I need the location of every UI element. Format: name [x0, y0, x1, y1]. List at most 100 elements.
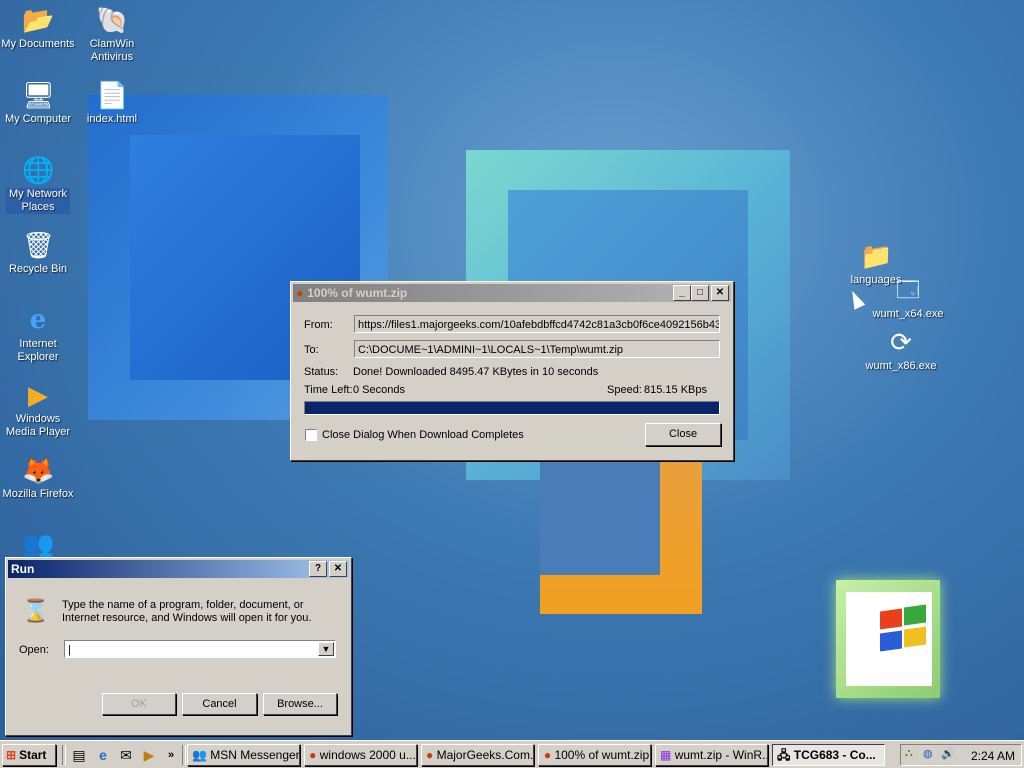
close-icon[interactable]: ✕: [329, 561, 347, 577]
ie-icon[interactable]: e: [94, 746, 112, 764]
firefox-icon: 🦊: [22, 455, 55, 485]
run-dialog-titlebar[interactable]: Run ? ✕: [8, 560, 349, 578]
help-icon[interactable]: ?: [309, 561, 327, 577]
show-desktop-icon[interactable]: ▤: [70, 746, 88, 764]
task-label: MSN Messenger: [210, 748, 300, 762]
network-icon: 🌐: [22, 155, 55, 185]
time-left-label: Time Left:: [304, 384, 353, 396]
task-label: TCG683 - Co...: [793, 748, 876, 762]
ie-icon: e: [29, 305, 47, 335]
windows-logo: [836, 580, 940, 698]
wallpaper-shape: [540, 460, 660, 575]
remote-icon: 🖧: [777, 748, 791, 762]
close-icon[interactable]: ✕: [711, 285, 729, 301]
desktop-icon-wumt-x86[interactable]: ⟳ wumt_x86.exe: [863, 326, 939, 373]
desktop-icon-my-documents[interactable]: 📂 My Documents: [0, 4, 76, 51]
icon-label: wumt_x86.exe: [865, 360, 937, 372]
checkbox-label[interactable]: Close Dialog When Download Completes: [322, 429, 524, 441]
close-when-done-checkbox[interactable]: [305, 429, 317, 441]
icon-label: Mozilla Firefox: [2, 488, 74, 500]
icon-label: Internet Explorer: [17, 338, 59, 363]
run-program-icon: ⌛: [22, 598, 50, 623]
task-majorgeeks[interactable]: ● MajorGeeks.Com...: [421, 744, 534, 766]
desktop-icon-index-html[interactable]: 📄 index.html: [74, 79, 150, 126]
flag-blue: [880, 630, 902, 652]
cancel-button[interactable]: Cancel: [182, 693, 257, 715]
to-field[interactable]: C:\DOCUME~1\ADMINI~1\LOCALS~1\Temp\wumt.…: [354, 340, 720, 358]
flag-yellow: [904, 626, 926, 648]
task-winrar[interactable]: ▦ wumt.zip - WinR...: [655, 744, 768, 766]
chevron-right-icon[interactable]: »: [162, 746, 180, 764]
task-msn-messenger[interactable]: 👥 MSN Messenger: [187, 744, 300, 766]
desktop-icon-recycle-bin[interactable]: 🗑 Recycle Bin: [0, 229, 76, 276]
media-player-icon: ▶: [28, 380, 48, 410]
desktop-icon-firefox[interactable]: 🦊 Mozilla Firefox: [0, 454, 76, 501]
task-windows-2000[interactable]: ● windows 2000 u...: [304, 744, 417, 766]
flag-green: [904, 604, 926, 626]
dialog-title: 100% of wumt.zip: [307, 286, 408, 300]
desktop-icon-wumt-x64[interactable]: 🗔 wumt_x64.exe: [870, 274, 946, 321]
system-tray: ⛬ ◍ 🔊 2:24 AM: [900, 744, 1022, 766]
ok-button[interactable]: OK: [102, 693, 176, 715]
run-description-line2: Internet resource, and Windows will open…: [62, 612, 312, 624]
outlook-icon[interactable]: ✉: [117, 746, 135, 764]
desktop-icon-clamwin[interactable]: 🐚 ClamWin Antivirus: [74, 4, 150, 64]
task-label: wumt.zip - WinR...: [674, 748, 768, 762]
minimize-button[interactable]: _: [673, 285, 691, 301]
firefox-icon: ●: [426, 748, 434, 762]
download-dialog-titlebar[interactable]: ● 100% of wumt.zip _ □ ✕: [293, 284, 731, 302]
computer-icon: 🖥: [22, 80, 56, 110]
from-label: From:: [304, 319, 333, 331]
firefox-icon: ●: [296, 286, 304, 300]
clamwin-icon: 🐚: [96, 5, 129, 35]
speed-label: Speed:: [607, 384, 642, 396]
windows-flag-icon: ⊞: [6, 748, 17, 762]
recycle-bin-icon: 🗑: [22, 230, 56, 260]
maximize-button[interactable]: □: [691, 285, 709, 301]
run-description-line1: Type the name of a program, folder, docu…: [62, 599, 304, 611]
open-input[interactable]: |: [64, 640, 336, 658]
run-dialog: Run ? ✕ ⌛ Type the name of a program, fo…: [5, 557, 352, 736]
firefox-icon: ●: [543, 748, 552, 762]
desktop-icon-media-player[interactable]: ▶ Windows Media Player: [0, 379, 76, 439]
folder-icon: 📁: [860, 241, 893, 271]
desktop-icon-network-places[interactable]: 🌐 My Network Places: [0, 154, 76, 214]
chevron-down-icon[interactable]: ▼: [318, 642, 334, 656]
task-download[interactable]: ● 100% of wumt.zip: [538, 744, 651, 766]
task-remote-connection[interactable]: 🖧 TCG683 - Co...: [772, 744, 885, 766]
download-progress-bar: [304, 401, 720, 415]
clock[interactable]: 2:24 AM: [971, 749, 1015, 763]
icon-label: My Documents: [1, 38, 75, 50]
icon-label: wumt_x64.exe: [872, 308, 944, 320]
window-app-icon: 🗔: [896, 277, 920, 302]
divider: [182, 745, 186, 765]
icon-label: My Network Places: [6, 188, 70, 214]
start-button[interactable]: ⊞ Start: [2, 744, 56, 766]
progress-fill: [305, 402, 719, 414]
msn-icon: 👥: [192, 748, 207, 762]
from-field[interactable]: https://files1.majorgeeks.com/10afebdbff…: [354, 315, 720, 333]
firefox-icon: ●: [309, 748, 317, 762]
volume-icon[interactable]: 🔊: [941, 747, 955, 760]
flag-red: [880, 608, 902, 630]
task-label: windows 2000 u...: [319, 748, 416, 762]
taskbar: ⊞ Start ▤ e ✉ ▶ » 👥 MSN Messenger ● wind…: [0, 740, 1024, 768]
desktop-icon-my-computer[interactable]: 🖥 My Computer: [0, 79, 76, 126]
winrar-icon: ▦: [660, 748, 672, 762]
desktop: 📂 My Documents 🐚 ClamWin Antivirus 🖥 My …: [0, 0, 1024, 740]
update-icon: ⟳: [890, 327, 912, 357]
speed-value: 815.15 KBps: [644, 384, 707, 396]
download-dialog: ● 100% of wumt.zip _ □ ✕ From: https://f…: [290, 281, 734, 461]
mouse-pointer: [846, 288, 866, 310]
media-player-icon[interactable]: ▶: [140, 746, 158, 764]
dialog-title: Run: [11, 562, 35, 576]
start-label: Start: [19, 748, 47, 762]
browse-button[interactable]: Browse...: [263, 693, 337, 715]
task-label: MajorGeeks.Com...: [436, 748, 534, 762]
icon-label: My Computer: [4, 113, 72, 125]
network-tray-icon[interactable]: ⛬: [905, 747, 913, 760]
desktop-icon-internet-explorer[interactable]: e Internet Explorer: [0, 304, 76, 364]
time-left-value: 0 Seconds: [353, 384, 405, 396]
close-button[interactable]: Close: [645, 423, 721, 446]
globe-tray-icon[interactable]: ◍: [923, 747, 933, 760]
